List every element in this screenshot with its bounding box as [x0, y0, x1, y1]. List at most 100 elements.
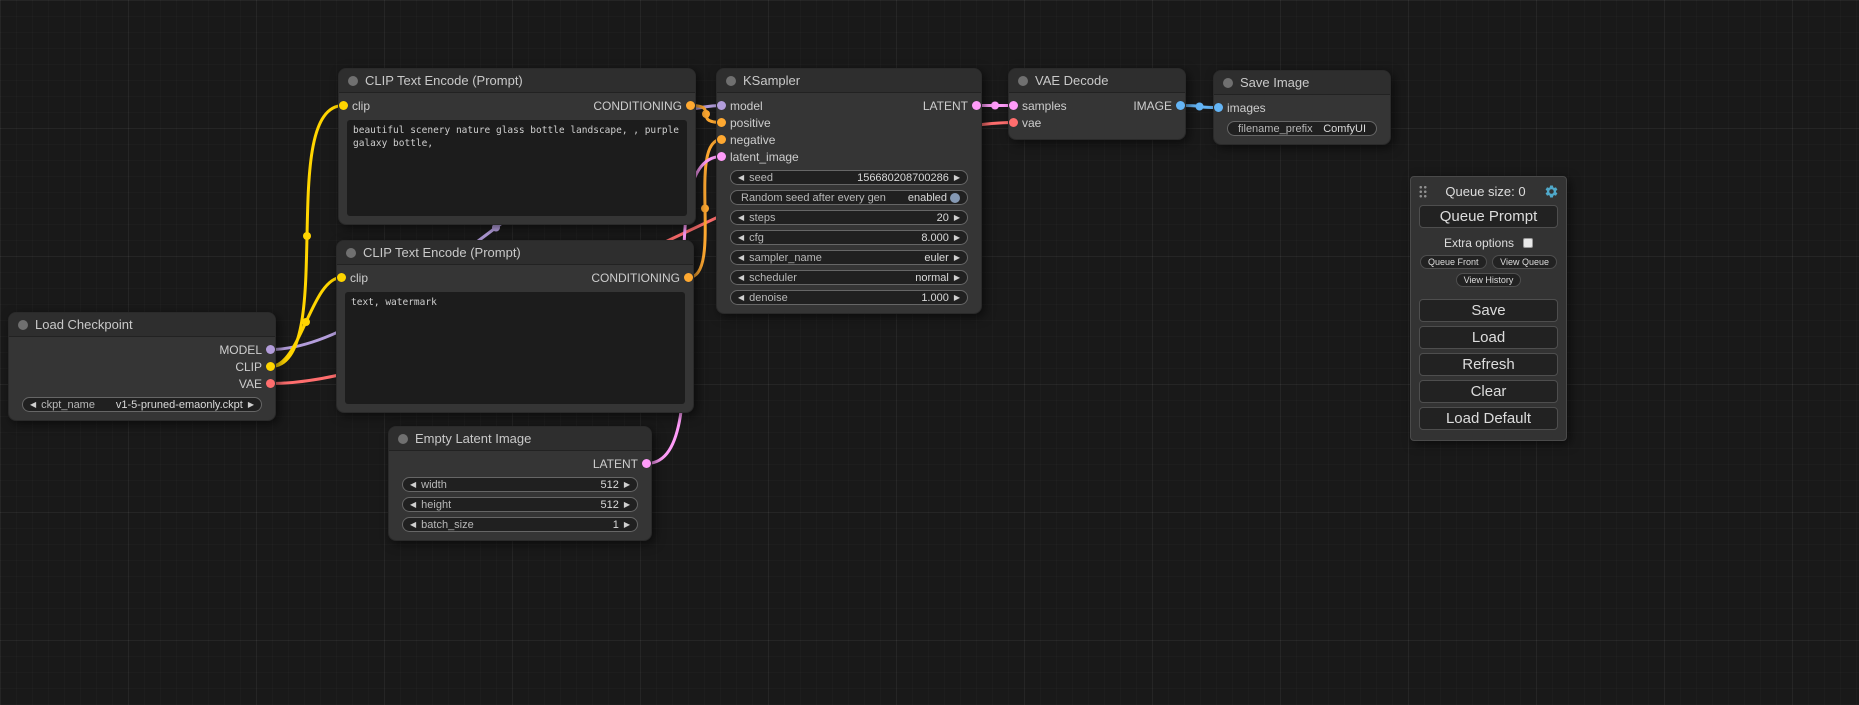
- widget-seed[interactable]: ◀ seed 156680208700286 ▶: [730, 170, 968, 185]
- input-port-clip[interactable]: [337, 273, 346, 282]
- output-port-latent[interactable]: [972, 101, 981, 110]
- extra-options-checkbox[interactable]: [1523, 238, 1533, 248]
- collapse-toggle-icon[interactable]: [348, 76, 358, 86]
- decrement-arrow-icon[interactable]: ◀: [410, 521, 416, 529]
- decrement-arrow-icon[interactable]: ◀: [410, 501, 416, 509]
- input-port-latent-image[interactable]: [717, 152, 726, 161]
- decrement-arrow-icon[interactable]: ◀: [738, 254, 744, 262]
- view-queue-button[interactable]: View Queue: [1492, 255, 1557, 269]
- input-port-vae[interactable]: [1009, 118, 1018, 127]
- input-label: negative: [730, 133, 775, 147]
- decrement-arrow-icon[interactable]: ◀: [738, 214, 744, 222]
- load-button[interactable]: Load: [1419, 326, 1558, 349]
- increment-arrow-icon[interactable]: ▶: [954, 274, 960, 282]
- output-port-latent[interactable]: [642, 459, 651, 468]
- decrement-arrow-icon[interactable]: ◀: [738, 294, 744, 302]
- node-title-bar[interactable]: Load Checkpoint: [9, 313, 275, 337]
- slot-row: clip CONDITIONING: [337, 269, 693, 286]
- collapse-toggle-icon[interactable]: [18, 320, 28, 330]
- node-ksampler[interactable]: KSampler model LATENT positive negative …: [716, 68, 982, 314]
- increment-arrow-icon[interactable]: ▶: [624, 521, 630, 529]
- increment-arrow-icon[interactable]: ▶: [624, 481, 630, 489]
- widget-label: width: [421, 479, 447, 491]
- node-empty-latent-image[interactable]: Empty Latent Image LATENT ◀ width 512 ▶ …: [388, 426, 652, 541]
- node-title-bar[interactable]: Empty Latent Image: [389, 427, 651, 451]
- node-clip-text-encode-positive[interactable]: CLIP Text Encode (Prompt) clip CONDITION…: [338, 68, 696, 225]
- increment-arrow-icon[interactable]: ▶: [954, 294, 960, 302]
- queue-front-button[interactable]: Queue Front: [1420, 255, 1487, 269]
- output-port-conditioning[interactable]: [686, 101, 695, 110]
- node-title-bar[interactable]: KSampler: [717, 69, 981, 93]
- output-port-vae[interactable]: [266, 379, 275, 388]
- view-history-button[interactable]: View History: [1456, 273, 1522, 287]
- widget-random-seed-toggle[interactable]: Random seed after every gen enabled: [730, 190, 968, 205]
- widget-batch-size[interactable]: ◀ batch_size 1 ▶: [402, 517, 638, 532]
- output-label: MODEL: [219, 343, 262, 357]
- input-port-images[interactable]: [1214, 103, 1223, 112]
- collapse-toggle-icon[interactable]: [726, 76, 736, 86]
- decrement-arrow-icon[interactable]: ◀: [738, 174, 744, 182]
- save-button[interactable]: Save: [1419, 299, 1558, 322]
- prompt-textarea[interactable]: text, watermark: [345, 292, 685, 404]
- widget-sampler-name[interactable]: ◀ sampler_name euler ▶: [730, 250, 968, 265]
- node-clip-text-encode-negative[interactable]: CLIP Text Encode (Prompt) clip CONDITION…: [336, 240, 694, 413]
- input-label: clip: [350, 271, 368, 285]
- widget-value: normal: [915, 272, 949, 284]
- widget-filename-prefix[interactable]: filename_prefix ComfyUI: [1227, 121, 1377, 136]
- decrement-arrow-icon[interactable]: ◀: [30, 401, 36, 409]
- widget-ckpt-name[interactable]: ◀ ckpt_name v1-5-pruned-emaonly.ckpt ▶: [22, 397, 262, 412]
- decrement-arrow-icon[interactable]: ◀: [738, 234, 744, 242]
- widget-steps[interactable]: ◀ steps 20 ▶: [730, 210, 968, 225]
- input-port-model[interactable]: [717, 101, 726, 110]
- queue-prompt-button[interactable]: Queue Prompt: [1419, 205, 1558, 228]
- widget-width[interactable]: ◀ width 512 ▶: [402, 477, 638, 492]
- slot-row: model LATENT: [717, 97, 981, 114]
- widget-label: ckpt_name: [41, 399, 95, 411]
- input-port-samples[interactable]: [1009, 101, 1018, 110]
- load-default-button[interactable]: Load Default: [1419, 407, 1558, 430]
- output-port-model[interactable]: [266, 345, 275, 354]
- increment-arrow-icon[interactable]: ▶: [624, 501, 630, 509]
- output-label: CLIP: [235, 360, 262, 374]
- collapse-toggle-icon[interactable]: [346, 248, 356, 258]
- node-vae-decode[interactable]: VAE Decode samples IMAGE vae: [1008, 68, 1186, 140]
- widget-cfg[interactable]: ◀ cfg 8.000 ▶: [730, 230, 968, 245]
- node-title-bar[interactable]: CLIP Text Encode (Prompt): [339, 69, 695, 93]
- drag-handle-icon[interactable]: [1418, 184, 1427, 198]
- output-port-image[interactable]: [1176, 101, 1185, 110]
- widget-denoise[interactable]: ◀ denoise 1.000 ▶: [730, 290, 968, 305]
- increment-arrow-icon[interactable]: ▶: [248, 401, 254, 409]
- increment-arrow-icon[interactable]: ▶: [954, 234, 960, 242]
- toggle-indicator-icon[interactable]: [950, 193, 960, 203]
- increment-arrow-icon[interactable]: ▶: [954, 174, 960, 182]
- node-title-bar[interactable]: VAE Decode: [1009, 69, 1185, 93]
- clear-button[interactable]: Clear: [1419, 380, 1558, 403]
- output-port-conditioning[interactable]: [684, 273, 693, 282]
- widget-scheduler[interactable]: ◀ scheduler normal ▶: [730, 270, 968, 285]
- collapse-toggle-icon[interactable]: [398, 434, 408, 444]
- node-load-checkpoint[interactable]: Load Checkpoint MODEL CLIP VAE ◀ ckpt_na…: [8, 312, 276, 421]
- node-title-bar[interactable]: Save Image: [1214, 71, 1390, 95]
- widget-height[interactable]: ◀ height 512 ▶: [402, 497, 638, 512]
- input-label: model: [730, 99, 763, 113]
- prompt-textarea[interactable]: beautiful scenery nature glass bottle la…: [347, 120, 687, 216]
- collapse-toggle-icon[interactable]: [1223, 78, 1233, 88]
- increment-arrow-icon[interactable]: ▶: [954, 254, 960, 262]
- slot-row: clip CONDITIONING: [339, 97, 695, 114]
- input-port-clip[interactable]: [339, 101, 348, 110]
- input-port-negative[interactable]: [717, 135, 726, 144]
- node-title: Empty Latent Image: [415, 431, 531, 446]
- input-port-positive[interactable]: [717, 118, 726, 127]
- decrement-arrow-icon[interactable]: ◀: [738, 274, 744, 282]
- decrement-arrow-icon[interactable]: ◀: [410, 481, 416, 489]
- settings-gear-icon[interactable]: [1544, 184, 1559, 199]
- widget-value: 512: [600, 499, 618, 511]
- slot-row: samples IMAGE: [1009, 97, 1185, 114]
- output-port-clip[interactable]: [266, 362, 275, 371]
- collapse-toggle-icon[interactable]: [1018, 76, 1028, 86]
- widget-label: sampler_name: [749, 252, 822, 264]
- refresh-button[interactable]: Refresh: [1419, 353, 1558, 376]
- increment-arrow-icon[interactable]: ▶: [954, 214, 960, 222]
- node-save-image[interactable]: Save Image images filename_prefix ComfyU…: [1213, 70, 1391, 145]
- node-title-bar[interactable]: CLIP Text Encode (Prompt): [337, 241, 693, 265]
